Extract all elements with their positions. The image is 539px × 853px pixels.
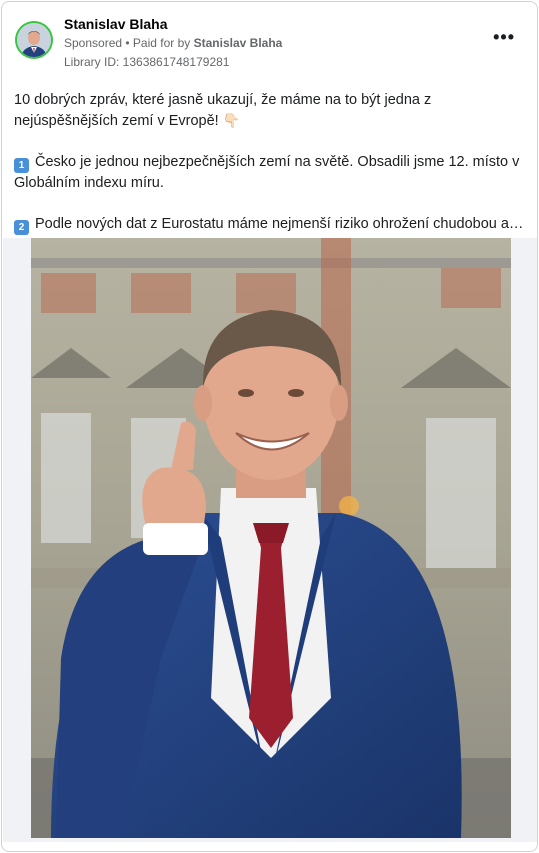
sponsored-line: Sponsored • Paid for by Stanislav Blaha <box>64 36 282 50</box>
avatar-image <box>17 23 51 57</box>
list-item-1: 1 Česko je jednou nejbezpečnějších zemí n… <box>14 152 526 193</box>
keycap-one-icon: 1 <box>14 158 29 173</box>
post-media[interactable] <box>3 238 537 842</box>
post-header: Stanislav Blaha Sponsored • Paid for by … <box>14 14 525 74</box>
paid-for-prefix: • Paid for by <box>122 36 194 50</box>
sponsored-post-card: Stanislav Blaha Sponsored • Paid for by … <box>1 1 538 852</box>
keycap-two-icon: 2 <box>14 220 29 235</box>
sponsored-label: Sponsored <box>64 36 123 50</box>
list-item-1-text: Česko je jednou nejbezpečnějších zemí na… <box>14 154 520 191</box>
list-item-2-text[interactable]: Podle nových dat z Eurostatu máme nejmen… <box>35 216 523 232</box>
library-id: Library ID: 1363861748179281 <box>64 55 230 69</box>
pointing-down-icon: 👇🏻 <box>222 112 241 128</box>
post-text: 10 dobrých zpráv, které jasně ukazují, ž… <box>14 90 526 256</box>
author-name[interactable]: Stanislav Blaha <box>64 16 168 32</box>
more-horizontal-icon[interactable]: ••• <box>493 28 515 46</box>
intro-paragraph: 10 dobrých zpráv, které jasně ukazují, ž… <box>14 90 526 131</box>
list-item-2: 2 Podle nových dat z Eurostatu máme nejme… <box>14 214 526 235</box>
post-photo[interactable] <box>31 238 511 838</box>
paid-for-name[interactable]: Stanislav Blaha <box>194 36 283 50</box>
author-avatar[interactable] <box>15 21 53 59</box>
